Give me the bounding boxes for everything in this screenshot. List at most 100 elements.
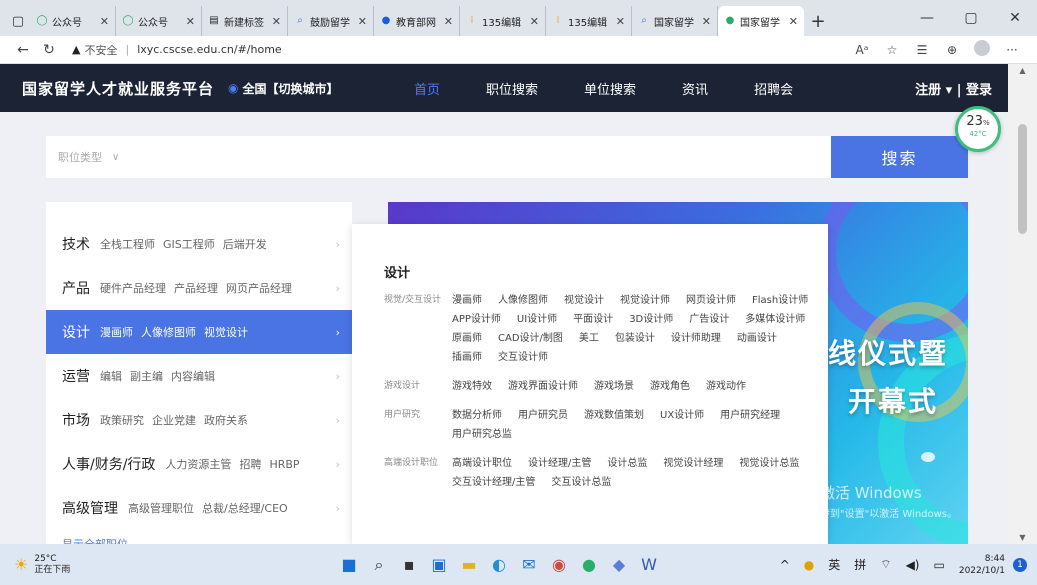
widgets-icon[interactable]: ▣ — [424, 555, 454, 574]
browser-tab[interactable]: ⌕ 国家留学 ✕ — [632, 6, 718, 36]
edge-icon[interactable]: ◐ — [484, 555, 514, 574]
close-icon[interactable]: ✕ — [358, 15, 367, 28]
job-type-select[interactable]: 职位类型 — [58, 149, 102, 165]
browser-tab[interactable]: ● 教育部网 ✕ — [374, 6, 460, 36]
close-icon[interactable]: ✕ — [444, 15, 453, 28]
category-sub[interactable]: GIS工程师 — [163, 236, 215, 252]
submenu-job-link[interactable]: 高端设计职位 — [452, 454, 512, 473]
category-sub[interactable]: HRBP — [269, 458, 299, 471]
category-sub[interactable]: 后端开发 — [223, 236, 267, 252]
url-field[interactable]: ▲ 不安全 | lxyc.cscse.edu.cn/#/home — [72, 42, 282, 58]
category-item[interactable]: 技术 全栈工程师 GIS工程师 后端开发 › — [46, 222, 352, 266]
ime-mode[interactable]: 拼 — [854, 556, 866, 573]
submenu-job-link[interactable]: 原画师 — [452, 329, 482, 348]
submenu-job-link[interactable]: 交互设计经理/主管 — [452, 473, 535, 492]
new-tab-button[interactable]: + — [804, 6, 832, 36]
category-sub[interactable]: 硬件产品经理 — [100, 280, 166, 296]
category-sub[interactable]: 全栈工程师 — [100, 236, 155, 252]
close-icon[interactable]: ✕ — [789, 15, 798, 28]
submenu-job-link[interactable]: 包装设计 — [615, 329, 655, 348]
notification-badge[interactable]: 1 — [1013, 557, 1027, 572]
category-item-active[interactable]: 设计 漫画师 人像修图师 视觉设计 › — [46, 310, 352, 354]
page-scrollbar[interactable]: ▲ ▼ — [1008, 64, 1037, 544]
file-explorer-icon[interactable]: ▬ — [454, 555, 484, 574]
category-item[interactable]: 人事/财务/行政 人力资源主管 招聘 HRBP › — [46, 442, 352, 486]
submenu-job-link[interactable]: 视觉设计经理 — [663, 454, 723, 473]
auth-links[interactable]: 注册 ▾ | 登录 — [915, 64, 992, 112]
app-icon[interactable]: ◆ — [604, 555, 634, 574]
browser-tab-active[interactable]: ● 国家留学 ✕ — [718, 6, 804, 36]
network-icon[interactable]: ⌔ — [880, 557, 891, 572]
refresh-icon[interactable]: ↻ — [36, 42, 62, 58]
category-sub[interactable]: 企业党建 — [152, 412, 196, 428]
weather-widget[interactable]: ☀ 25°C 正在下雨 — [14, 554, 70, 576]
submenu-job-link[interactable]: 漫画师 — [452, 291, 482, 310]
submenu-job-link[interactable]: 游戏角色 — [650, 377, 690, 396]
category-sub[interactable]: 人像修图师 — [141, 324, 196, 340]
show-all-jobs-link[interactable]: 显示全部职位 — [46, 536, 352, 544]
submenu-job-link[interactable]: 平面设计 — [573, 310, 613, 329]
volume-icon[interactable]: ◀) — [906, 558, 920, 572]
submenu-job-link[interactable]: 人像修图师 — [498, 291, 548, 310]
chevron-up-icon[interactable]: ^ — [780, 558, 790, 572]
submenu-job-link[interactable]: 动画设计 — [737, 329, 777, 348]
nav-news[interactable]: 资讯 — [682, 79, 708, 98]
category-sub[interactable]: 编辑 — [100, 368, 122, 384]
category-sub[interactable]: 产品经理 — [174, 280, 218, 296]
chrome-icon[interactable]: ◉ — [544, 555, 574, 574]
read-aloud-icon[interactable]: Aᵃ — [847, 43, 877, 57]
category-sub[interactable]: 总裁/总经理/CEO — [202, 500, 288, 516]
app-tray-icon[interactable]: ● — [804, 558, 814, 572]
submenu-job-link[interactable]: 美工 — [579, 329, 599, 348]
close-icon[interactable]: ✕ — [186, 15, 195, 28]
mail-icon[interactable]: ✉ — [514, 555, 544, 574]
back-icon[interactable]: ← — [10, 42, 36, 58]
submenu-job-link[interactable]: 设计师助理 — [671, 329, 721, 348]
submenu-job-link[interactable]: 视觉设计总监 — [739, 454, 799, 473]
submenu-job-link[interactable]: 用户研究总监 — [452, 425, 512, 444]
submenu-job-link[interactable]: APP设计师 — [452, 310, 501, 329]
close-icon[interactable]: ✕ — [530, 15, 539, 28]
profile-avatar[interactable] — [967, 40, 997, 59]
scroll-down-icon[interactable]: ▼ — [1008, 533, 1037, 542]
submenu-job-link[interactable]: 用户研究员 — [518, 406, 568, 425]
scroll-up-icon[interactable]: ▲ — [1008, 66, 1037, 75]
clock[interactable]: 8:44 2022/10/1 — [959, 553, 1005, 577]
category-item[interactable]: 运营 编辑 副主编 内容编辑 › — [46, 354, 352, 398]
search-input[interactable] — [139, 142, 831, 172]
site-logo[interactable]: 国家留学人才就业服务平台 — [22, 78, 214, 99]
favorite-star-icon[interactable]: ☆ — [877, 43, 907, 57]
minimize-button[interactable]: — — [905, 10, 949, 26]
nav-company-search[interactable]: 单位搜索 — [584, 79, 636, 98]
collections-icon[interactable]: ⊕ — [937, 43, 967, 57]
category-sub[interactable]: 人力资源主管 — [165, 456, 231, 472]
browser-tab[interactable]: ⁞ 135编辑 ✕ — [546, 6, 632, 36]
category-sub[interactable]: 视觉设计 — [204, 324, 248, 340]
close-icon[interactable]: ✕ — [702, 15, 711, 28]
submenu-job-link[interactable]: 游戏场景 — [594, 377, 634, 396]
submenu-job-link[interactable]: 3D设计师 — [629, 310, 673, 329]
submenu-job-link[interactable]: 数据分析师 — [452, 406, 502, 425]
submenu-job-link[interactable]: 游戏数值策划 — [584, 406, 644, 425]
submenu-job-link[interactable]: 交互设计总监 — [551, 473, 611, 492]
nav-home[interactable]: 首页 — [414, 79, 440, 98]
search-button[interactable]: 搜索 — [831, 136, 968, 178]
category-sub[interactable]: 招聘 — [239, 456, 261, 472]
word-icon[interactable]: W — [634, 555, 664, 574]
browser-tab[interactable]: ▤ 新建标签 ✕ — [202, 6, 288, 36]
close-icon[interactable]: ✕ — [272, 15, 281, 28]
category-sub[interactable]: 网页产品经理 — [226, 280, 292, 296]
city-switcher[interactable]: ◉ 全国【切换城市】 — [228, 80, 339, 97]
submenu-job-link[interactable]: 游戏特效 — [452, 377, 492, 396]
browser-tab[interactable]: ◯ 公众号 ✕ — [116, 6, 202, 36]
submenu-job-link[interactable]: 游戏动作 — [706, 377, 746, 396]
windows-start-icon[interactable]: ■ — [334, 555, 364, 574]
submenu-job-link[interactable]: UI设计师 — [517, 310, 557, 329]
tab-actions-icon[interactable]: ▢ — [6, 6, 30, 36]
nav-job-fair[interactable]: 招聘会 — [754, 79, 793, 98]
submenu-job-link[interactable]: 广告设计 — [689, 310, 729, 329]
browser-tab[interactable]: ⁞ 135编辑 ✕ — [460, 6, 546, 36]
search-icon[interactable]: ⌕ — [364, 555, 394, 575]
close-icon[interactable]: ✕ — [616, 15, 625, 28]
submenu-job-link[interactable]: 设计总监 — [607, 454, 647, 473]
